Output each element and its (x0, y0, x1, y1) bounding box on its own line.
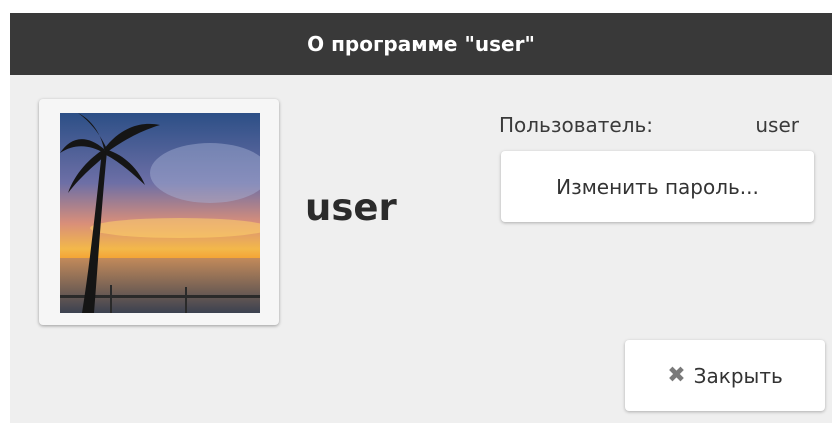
change-password-label: Изменить пароль... (556, 174, 759, 199)
dialog-title: О программе "user" (307, 32, 535, 56)
user-value: user (755, 113, 799, 137)
avatar-button[interactable] (39, 99, 279, 325)
change-password-button[interactable]: Изменить пароль... (501, 151, 814, 222)
user-info-row: Пользователь: user (499, 113, 799, 137)
dialog-titlebar[interactable]: О программе "user" (10, 13, 832, 75)
close-label: Закрыть (693, 363, 783, 388)
user-label: Пользователь: (499, 113, 654, 137)
close-icon: ✖ (667, 363, 686, 388)
close-button[interactable]: ✖ Закрыть (625, 340, 825, 411)
user-display-name: user (305, 186, 397, 229)
avatar (60, 113, 260, 313)
about-dialog: О программе "user" user Пользователь: us… (10, 13, 832, 423)
